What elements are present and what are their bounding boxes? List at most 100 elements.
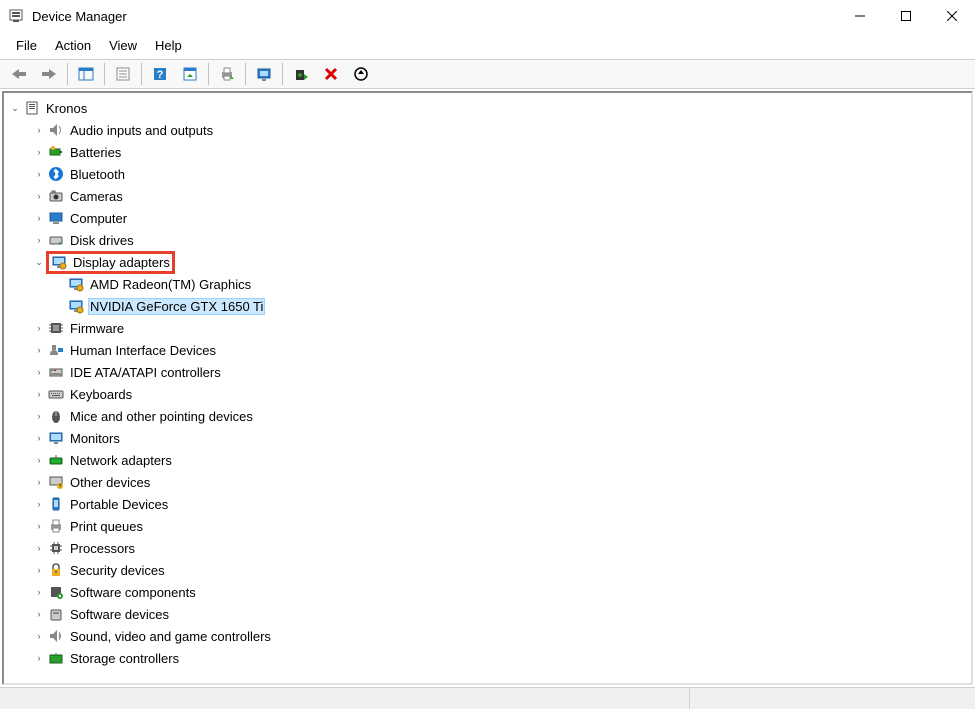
expander-icon[interactable]: › (32, 365, 46, 379)
category-icon (48, 122, 64, 138)
properties-button[interactable] (109, 61, 137, 87)
expander-icon[interactable]: ⌄ (32, 255, 46, 269)
close-button[interactable] (929, 0, 975, 32)
expander-icon[interactable]: › (32, 519, 46, 533)
tree-device[interactable]: AMD Radeon(TM) Graphics (4, 273, 971, 295)
tree-category[interactable]: › Portable Devices (4, 493, 971, 515)
tree-category[interactable]: › Batteries (4, 141, 971, 163)
category-label: Mice and other pointing devices (68, 408, 255, 425)
category-icon (48, 518, 64, 534)
category-label: Other devices (68, 474, 152, 491)
tree-category[interactable]: › Computer (4, 207, 971, 229)
uninstall-button[interactable] (317, 61, 345, 87)
category-icon (48, 166, 64, 182)
action-wizard-button[interactable] (176, 61, 204, 87)
category-label: Software components (68, 584, 198, 601)
category-icon (48, 386, 64, 402)
expander-icon[interactable]: › (32, 453, 46, 467)
maximize-button[interactable] (883, 0, 929, 32)
category-label: Software devices (68, 606, 171, 623)
device-tree[interactable]: ⌄ Kronos › Audio inputs and outputs › Ba… (2, 91, 973, 685)
expander-icon[interactable]: › (32, 123, 46, 137)
category-label: Network adapters (68, 452, 174, 469)
expander-icon[interactable]: ⌄ (8, 101, 22, 115)
expander-icon[interactable]: › (32, 343, 46, 357)
toolbar: ? (0, 59, 975, 89)
tree-category[interactable]: › ? Other devices (4, 471, 971, 493)
tree-category[interactable]: › Audio inputs and outputs (4, 119, 971, 141)
expander-icon[interactable]: › (32, 563, 46, 577)
tree-category[interactable]: › Sound, video and game controllers (4, 625, 971, 647)
tree-category[interactable]: › Firmware (4, 317, 971, 339)
expander-icon[interactable]: › (32, 651, 46, 665)
tree-category[interactable]: › Security devices (4, 559, 971, 581)
tree-device[interactable]: NVIDIA GeForce GTX 1650 Ti (4, 295, 971, 317)
svg-text:?: ? (59, 484, 62, 490)
expander-icon[interactable]: › (32, 167, 46, 181)
update-driver-button[interactable] (347, 61, 375, 87)
expander-icon[interactable]: › (32, 321, 46, 335)
tree-category[interactable]: › Mice and other pointing devices (4, 405, 971, 427)
help-button[interactable]: ? (146, 61, 174, 87)
tree-category[interactable]: › Print queues (4, 515, 971, 537)
tree-category[interactable]: › Cameras (4, 185, 971, 207)
svg-text:?: ? (157, 69, 164, 81)
tree-category[interactable]: › Monitors (4, 427, 971, 449)
tree-category[interactable]: › Software devices (4, 603, 971, 625)
tree-category[interactable]: › IDE ATA/ATAPI controllers (4, 361, 971, 383)
app-icon (8, 8, 24, 24)
menu-file[interactable]: File (8, 36, 45, 55)
scan-button[interactable] (250, 61, 278, 87)
category-label: Portable Devices (68, 496, 170, 513)
print-button[interactable] (213, 61, 241, 87)
back-button[interactable] (5, 61, 33, 87)
expander-icon[interactable]: › (32, 145, 46, 159)
category-icon (48, 584, 64, 600)
tree-category[interactable]: › Software components (4, 581, 971, 603)
category-icon (48, 628, 64, 644)
tree-category[interactable]: › Bluetooth (4, 163, 971, 185)
category-icon (48, 540, 64, 556)
enable-button[interactable] (287, 61, 315, 87)
menu-help[interactable]: Help (147, 36, 190, 55)
tree-category[interactable]: › Keyboards (4, 383, 971, 405)
category-label: Bluetooth (68, 166, 127, 183)
menu-action[interactable]: Action (47, 36, 99, 55)
menu-view[interactable]: View (101, 36, 145, 55)
show-hide-tree-button[interactable] (72, 61, 100, 87)
tree-root[interactable]: ⌄ Kronos (4, 97, 971, 119)
category-label: Computer (68, 210, 129, 227)
window-title: Device Manager (32, 9, 837, 24)
expander-icon[interactable]: › (32, 475, 46, 489)
tree-category[interactable]: › Human Interface Devices (4, 339, 971, 361)
tree-category[interactable]: › Network adapters (4, 449, 971, 471)
tree-category[interactable]: › Processors (4, 537, 971, 559)
category-icon (48, 210, 64, 226)
category-icon (48, 408, 64, 424)
expander-icon[interactable]: › (32, 189, 46, 203)
category-label: Monitors (68, 430, 122, 447)
category-label: Display adapters (71, 254, 172, 271)
category-label: Cameras (68, 188, 125, 205)
expander-icon[interactable]: › (32, 585, 46, 599)
minimize-button[interactable] (837, 0, 883, 32)
tree-category[interactable]: › Disk drives (4, 229, 971, 251)
forward-button[interactable] (35, 61, 63, 87)
expander-icon[interactable]: › (32, 387, 46, 401)
expander-icon[interactable]: › (32, 233, 46, 247)
tree-category[interactable]: ⌄ Display adapters (4, 251, 971, 273)
expander-icon[interactable]: › (32, 409, 46, 423)
category-icon (48, 320, 64, 336)
expander-icon[interactable]: › (32, 497, 46, 511)
category-label: Keyboards (68, 386, 134, 403)
tree-category[interactable]: › Storage controllers (4, 647, 971, 669)
device-icon (68, 276, 84, 292)
expander-icon[interactable]: › (32, 211, 46, 225)
category-label: Storage controllers (68, 650, 181, 667)
expander-icon[interactable]: › (32, 431, 46, 445)
category-label: Firmware (68, 320, 126, 337)
expander-icon[interactable]: › (32, 629, 46, 643)
expander-icon[interactable]: › (32, 541, 46, 555)
category-icon (51, 254, 67, 270)
expander-icon[interactable]: › (32, 607, 46, 621)
